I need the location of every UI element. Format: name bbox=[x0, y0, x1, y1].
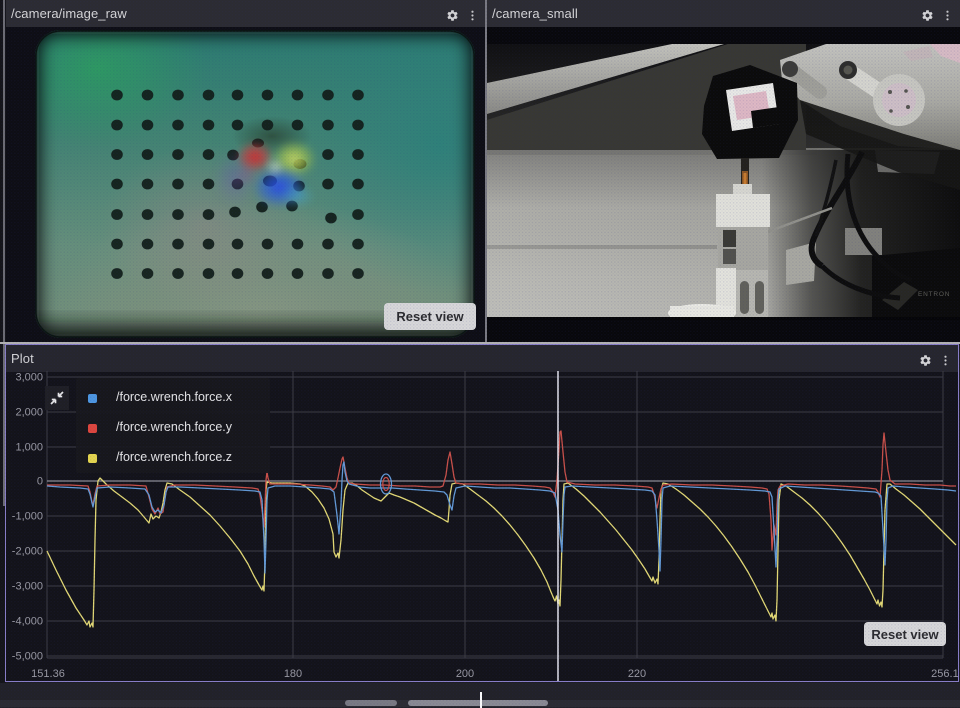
svg-text:180: 180 bbox=[284, 668, 302, 680]
svg-text:220: 220 bbox=[628, 668, 646, 680]
svg-text:200: 200 bbox=[456, 668, 474, 680]
svg-text:0: 0 bbox=[37, 476, 43, 488]
svg-text:256.14: 256.14 bbox=[931, 668, 958, 680]
svg-text:2,000: 2,000 bbox=[15, 407, 43, 419]
svg-text:151.36: 151.36 bbox=[31, 668, 65, 680]
svg-text:1,000: 1,000 bbox=[15, 442, 43, 454]
svg-text:-1,000: -1,000 bbox=[12, 511, 43, 523]
svg-text:3,000: 3,000 bbox=[15, 372, 43, 384]
svg-text:ENTRON: ENTRON bbox=[918, 291, 950, 298]
svg-text:-4,000: -4,000 bbox=[12, 616, 43, 628]
svg-text:-3,000: -3,000 bbox=[12, 581, 43, 593]
svg-text:-2,000: -2,000 bbox=[12, 546, 43, 558]
svg-text:-5,000: -5,000 bbox=[12, 651, 43, 663]
